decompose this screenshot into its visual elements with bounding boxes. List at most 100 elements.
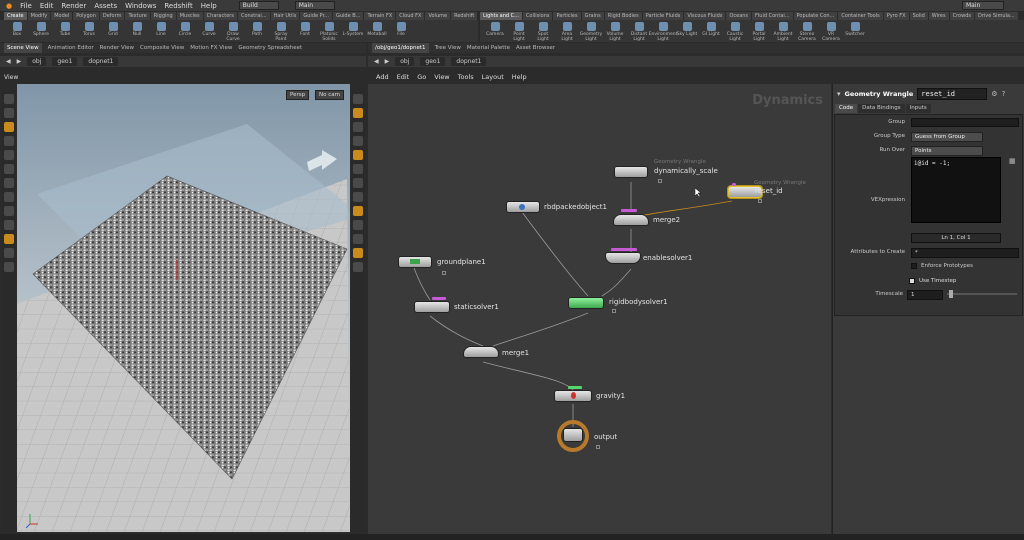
path-crumb-obj[interactable]: obj [395,57,415,66]
shelf-tab-10[interactable]: Hair Utils [270,12,300,20]
use-timestep-checkbox[interactable] [909,278,915,284]
background-icon[interactable] [353,220,363,230]
pane-tab-1[interactable]: Animation Editor [48,43,94,53]
shelf-tool-3[interactable]: Area Light [556,20,578,42]
node-output-label[interactable]: output [594,433,617,441]
grid-icon[interactable] [353,206,363,216]
shelf-tab-14[interactable]: Crowds [949,12,974,20]
back-icon[interactable]: ◀ [6,58,11,65]
net-menu-edit[interactable]: Edit [397,71,410,83]
shelf-tool-2[interactable]: Tube [54,20,76,42]
network-editor[interactable]: Dynamics Geometry Wrangle dynamically_sc… [368,84,831,534]
pane-tab-4[interactable]: Motion FX View [190,43,232,53]
transform-tool-icon[interactable] [4,108,14,118]
gear-icon[interactable]: ⚙ [991,90,997,98]
shelf-tool-5[interactable]: Null [126,20,148,42]
shelf-tool-14[interactable]: L-System [342,20,364,42]
wireframe-icon[interactable] [353,164,363,174]
vex-menu-icon[interactable]: ▦ [1009,157,1016,165]
path-crumb-geo1[interactable]: geo1 [420,57,446,66]
pane-tab-0[interactable]: /obj/geo1/dopnet1 [372,43,429,53]
pivot-tool-icon[interactable] [4,234,14,244]
desktop-select[interactable]: Build [238,1,279,10]
shelf-tool-11[interactable]: Portal Light [748,20,770,42]
shelf-tool-11[interactable]: Spray Paint [270,20,292,42]
shelf-tool-15[interactable]: Metaball [366,20,388,42]
shelf-tool-7[interactable]: Circle [174,20,196,42]
menu-edit[interactable]: Edit [40,2,54,10]
node-dynamically-scale-label[interactable]: dynamically_scale [654,167,718,175]
shelf-tab-4[interactable]: Rigid Bodies [604,12,642,20]
node-groundplane1-label[interactable]: groundplane1 [437,258,486,266]
path-crumb-geo1[interactable]: geo1 [52,57,78,66]
ghost-icon[interactable] [353,136,363,146]
shelf-tool-10[interactable]: Path [246,20,268,42]
pane-tab-2[interactable]: Render View [100,43,134,53]
shelf-tool-12[interactable]: Font [294,20,316,42]
magnet-icon[interactable] [4,220,14,230]
menu-windows[interactable]: Windows [125,2,156,10]
handle-tool-icon[interactable] [4,122,14,132]
shelf-tab-5[interactable]: Texture [125,12,150,20]
node-merge2[interactable] [613,214,649,226]
sync-icon[interactable] [353,248,363,258]
node-enablesolver1[interactable] [605,252,641,264]
node-rigidbodysolver1[interactable] [568,297,604,309]
scale-tool-icon[interactable] [4,164,14,174]
shelf-tool-10[interactable]: Caustic Light [724,20,746,42]
view-tool-icon[interactable] [4,192,14,202]
main-select[interactable]: Main [294,1,335,10]
help-icon[interactable]: ? [1002,90,1006,98]
move-tool-icon[interactable] [4,136,14,146]
node-rbdpackedobject1-label[interactable]: rbdpackedobject1 [544,203,607,211]
shelf-tab-7[interactable]: Muscles [176,12,203,20]
run-over-dropdown[interactable]: Points [911,146,983,156]
timescale-slider-handle[interactable] [949,290,953,298]
node-merge1[interactable] [463,346,499,358]
pane-tab-5[interactable]: Geometry Spreadsheet [238,43,302,53]
wire-tool-icon[interactable] [4,248,14,258]
timeline-bar[interactable] [0,534,1024,540]
net-menu-add[interactable]: Add [376,71,389,83]
pane-tab-0[interactable]: Scene View [4,43,42,53]
shelf-tool-8[interactable]: Sky Light [676,20,698,42]
shelf-tab-5[interactable]: Particle Fluids [642,12,684,20]
shelf-tool-3[interactable]: Torus [78,20,100,42]
path-crumb-obj[interactable]: obj [27,57,47,66]
shelf-tab-7[interactable]: Oceans [726,12,752,20]
node-dynamically-scale[interactable] [614,166,648,178]
shelf-tool-13[interactable]: Platonic Solids [318,20,340,42]
shelf-tool-1[interactable]: Point Light [508,20,530,42]
tab-data-bindings[interactable]: Data Bindings [858,104,905,113]
node-reset-id-label[interactable]: reset_id [755,187,783,195]
net-menu-help[interactable]: Help [512,71,527,83]
shelf-tab-11[interactable]: Guide Pr... [300,12,332,20]
pose-tool-icon[interactable] [4,178,14,188]
shelf-tab-13[interactable]: Terrain FX [364,12,396,20]
node-staticsolver1[interactable] [414,301,450,313]
shelf-tool-2[interactable]: Spot Light [532,20,554,42]
shelf-tool-4[interactable]: Grid [102,20,124,42]
node-staticsolver1-label[interactable]: staticsolver1 [454,303,499,311]
shelf-tab-12[interactable]: Guide B... [332,12,364,20]
shelf-tab-2[interactable]: Particles [553,12,581,20]
scene-viewport[interactable] [17,84,350,532]
forward-icon[interactable]: ▶ [17,58,22,65]
shelf-tab-8[interactable]: Characters [203,12,237,20]
persp-button[interactable]: Persp [286,90,310,100]
shelf-tab-0[interactable]: Create [4,12,27,20]
paint-tool-icon[interactable] [4,262,14,272]
select-tool-icon[interactable] [4,94,14,104]
shading-icon[interactable] [353,150,363,160]
vexpression-editor[interactable]: i@id = -1; [911,157,1001,223]
pane-tab-3[interactable]: Asset Browser [516,43,555,53]
node-enablesolver1-label[interactable]: enablesolver1 [643,254,692,262]
points-icon[interactable] [353,178,363,188]
camera-icon[interactable] [353,122,363,132]
shelf-tool-1[interactable]: Sphere [30,20,52,42]
shelf-tab-8[interactable]: Fluid Contai... [752,12,793,20]
menu-help[interactable]: Help [201,2,217,10]
shelf-tab-10[interactable]: Container Tools [838,12,883,20]
right-main-select[interactable]: Main [962,1,1004,10]
shelf-tab-4[interactable]: Deform [99,12,125,20]
